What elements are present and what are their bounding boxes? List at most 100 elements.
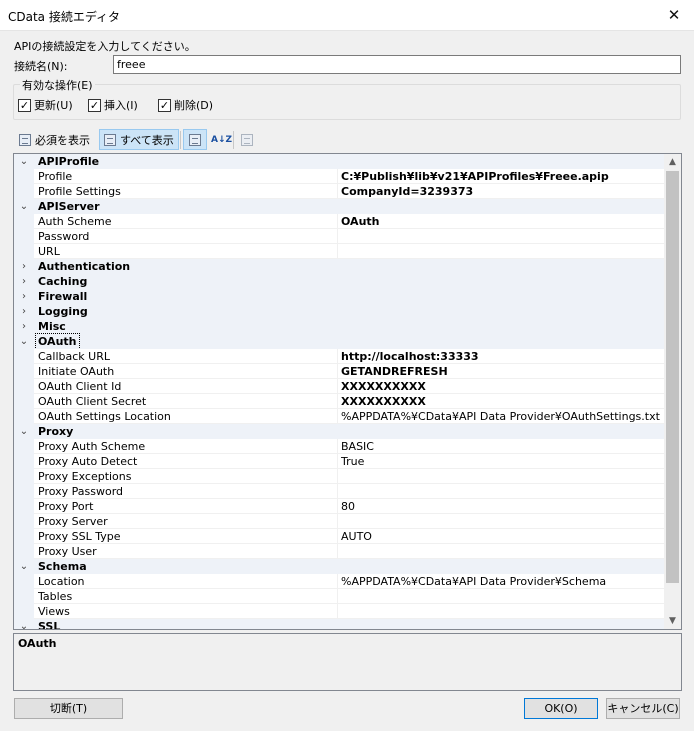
property-pages-button[interactable] [237,129,257,150]
property-row[interactable]: OAuth Client Id XXXXXXXXXX [14,379,665,394]
checkmark-icon[interactable]: ✓ [88,98,101,112]
row-gutter [14,514,34,529]
sort-alphabetical-button[interactable]: A↓Z [207,129,236,150]
collapse-icon[interactable]: ⌄ [19,154,29,169]
ok-button[interactable]: OK(O) [524,698,598,719]
insert-checkbox[interactable]: ✓ 挿入(I) [88,97,138,113]
property-value[interactable]: 80 [341,499,665,514]
property-row[interactable]: Password [14,229,665,244]
expand-icon[interactable]: › [19,319,29,334]
row-gutter [14,544,34,559]
collapse-icon[interactable]: ⌄ [19,619,29,629]
scroll-up-icon[interactable]: ▲ [664,154,681,170]
property-name: Views [38,605,70,618]
category-row[interactable]: ⌄ SSL [14,619,665,629]
property-name: Proxy User [38,545,97,558]
property-value[interactable]: XXXXXXXXXX [341,379,665,394]
expand-icon[interactable]: › [19,259,29,274]
category-row[interactable]: ⌄ OAuth [14,333,665,350]
insert-label: 挿入(I) [104,99,138,112]
expand-icon[interactable]: › [19,289,29,304]
property-row[interactable]: OAuth Settings Location %APPDATA%¥CData¥A… [14,409,665,424]
cancel-button[interactable]: キャンセル(C) [606,698,680,719]
collapse-icon[interactable]: ⌄ [19,199,29,214]
property-value[interactable]: BASIC [341,439,665,454]
property-row[interactable]: Auth Scheme OAuth [14,214,665,229]
update-checkbox[interactable]: ✓ 更新(U) [18,97,73,113]
disconnect-button[interactable]: 切断(T) [14,698,123,719]
category-row[interactable]: › Authentication [14,259,665,274]
property-value[interactable]: http://localhost:33333 [341,349,665,364]
show-all-button[interactable]: すべて表示 [99,129,179,150]
property-row[interactable]: Views [14,604,665,619]
property-row[interactable]: Callback URL http://localhost:33333 [14,349,665,364]
collapse-icon[interactable]: ⌄ [19,559,29,574]
property-value[interactable]: OAuth [341,214,665,229]
property-name: Profile Settings [38,185,121,198]
instruction-text: APIの接続設定を入力してください。 [14,40,196,53]
property-value[interactable]: XXXXXXXXXX [341,394,665,409]
property-row[interactable]: OAuth Client Secret XXXXXXXXXX [14,394,665,409]
property-value[interactable]: GETANDREFRESH [341,364,665,379]
scroll-thumb[interactable] [666,171,679,583]
category-row[interactable]: ⌄ Schema [14,559,665,574]
property-value[interactable]: C:¥Publish¥lib¥v21¥APIProfiles¥Freee.api… [341,169,665,184]
show-required-button[interactable]: 必須を表示 [15,129,94,150]
property-value[interactable]: AUTO [341,529,665,544]
category-row[interactable]: › Misc [14,319,665,334]
property-row[interactable]: Proxy SSL Type AUTO [14,529,665,544]
property-grid[interactable]: ⌄ APIProfile Profile C:¥Publish¥lib¥v21¥API… [13,153,682,630]
property-value[interactable]: %APPDATA%¥CData¥API Data Provider¥Schema [341,574,665,589]
property-name: Proxy Port [38,500,94,513]
connection-name-label: 接続名(N): [14,60,68,73]
property-name: Initiate OAuth [38,365,115,378]
property-row[interactable]: Initiate OAuth GETANDREFRESH [14,364,665,379]
property-name: Profile [38,170,73,183]
column-divider [337,394,338,409]
property-row[interactable]: Proxy Auto Detect True [14,454,665,469]
show-required-label: 必須を表示 [35,133,90,147]
property-row[interactable]: Proxy Exceptions [14,469,665,484]
collapse-icon[interactable]: ⌄ [19,334,29,349]
property-name: Callback URL [38,350,110,363]
property-value[interactable]: %APPDATA%¥CData¥API Data Provider¥OAuthS… [341,409,665,424]
property-row[interactable]: Proxy User [14,544,665,559]
toolbar-divider [233,131,234,149]
category-row[interactable]: ⌄ APIServer [14,199,665,214]
category-row[interactable]: › Firewall [14,289,665,304]
collapse-icon[interactable]: ⌄ [19,424,29,439]
property-row[interactable]: Proxy Port 80 [14,499,665,514]
property-row[interactable]: URL [14,244,665,259]
checkmark-icon[interactable]: ✓ [158,98,171,112]
checkmark-icon[interactable]: ✓ [18,98,31,112]
property-row[interactable]: Profile C:¥Publish¥lib¥v21¥APIProfiles¥Fr… [14,169,665,184]
delete-checkbox[interactable]: ✓ 削除(D) [158,97,213,113]
property-row[interactable]: Tables [14,589,665,604]
category-row[interactable]: ⌄ Proxy [14,424,665,439]
property-row[interactable]: Profile Settings CompanyId=3239373 [14,184,665,199]
row-gutter [14,184,34,199]
column-divider [337,409,338,424]
delete-label: 削除(D) [174,99,214,112]
property-row[interactable]: Location %APPDATA%¥CData¥API Data Provide… [14,574,665,589]
category-row[interactable]: › Caching [14,274,665,289]
close-icon[interactable]: ✕ [654,0,694,31]
property-name: Proxy Password [38,485,124,498]
property-row[interactable]: Proxy Password [14,484,665,499]
scroll-down-icon[interactable]: ▼ [664,613,681,629]
row-gutter [14,604,34,619]
property-row[interactable]: Proxy Server [14,514,665,529]
categorized-button[interactable] [183,129,207,150]
property-name: Proxy Server [38,515,108,528]
expand-icon[interactable]: › [19,304,29,319]
category-row[interactable]: ⌄ APIProfile [14,154,665,169]
vertical-scrollbar[interactable]: ▲ ▼ [664,154,681,629]
category-row[interactable]: › Logging [14,304,665,319]
property-value[interactable]: True [341,454,665,469]
category-label: Firewall [38,290,88,303]
property-value[interactable]: CompanyId=3239373 [341,184,665,199]
property-row[interactable]: Proxy Auth Scheme BASIC [14,439,665,454]
connection-name-input[interactable] [113,55,681,74]
expand-icon[interactable]: › [19,274,29,289]
show-all-label: すべて表示 [120,133,174,147]
